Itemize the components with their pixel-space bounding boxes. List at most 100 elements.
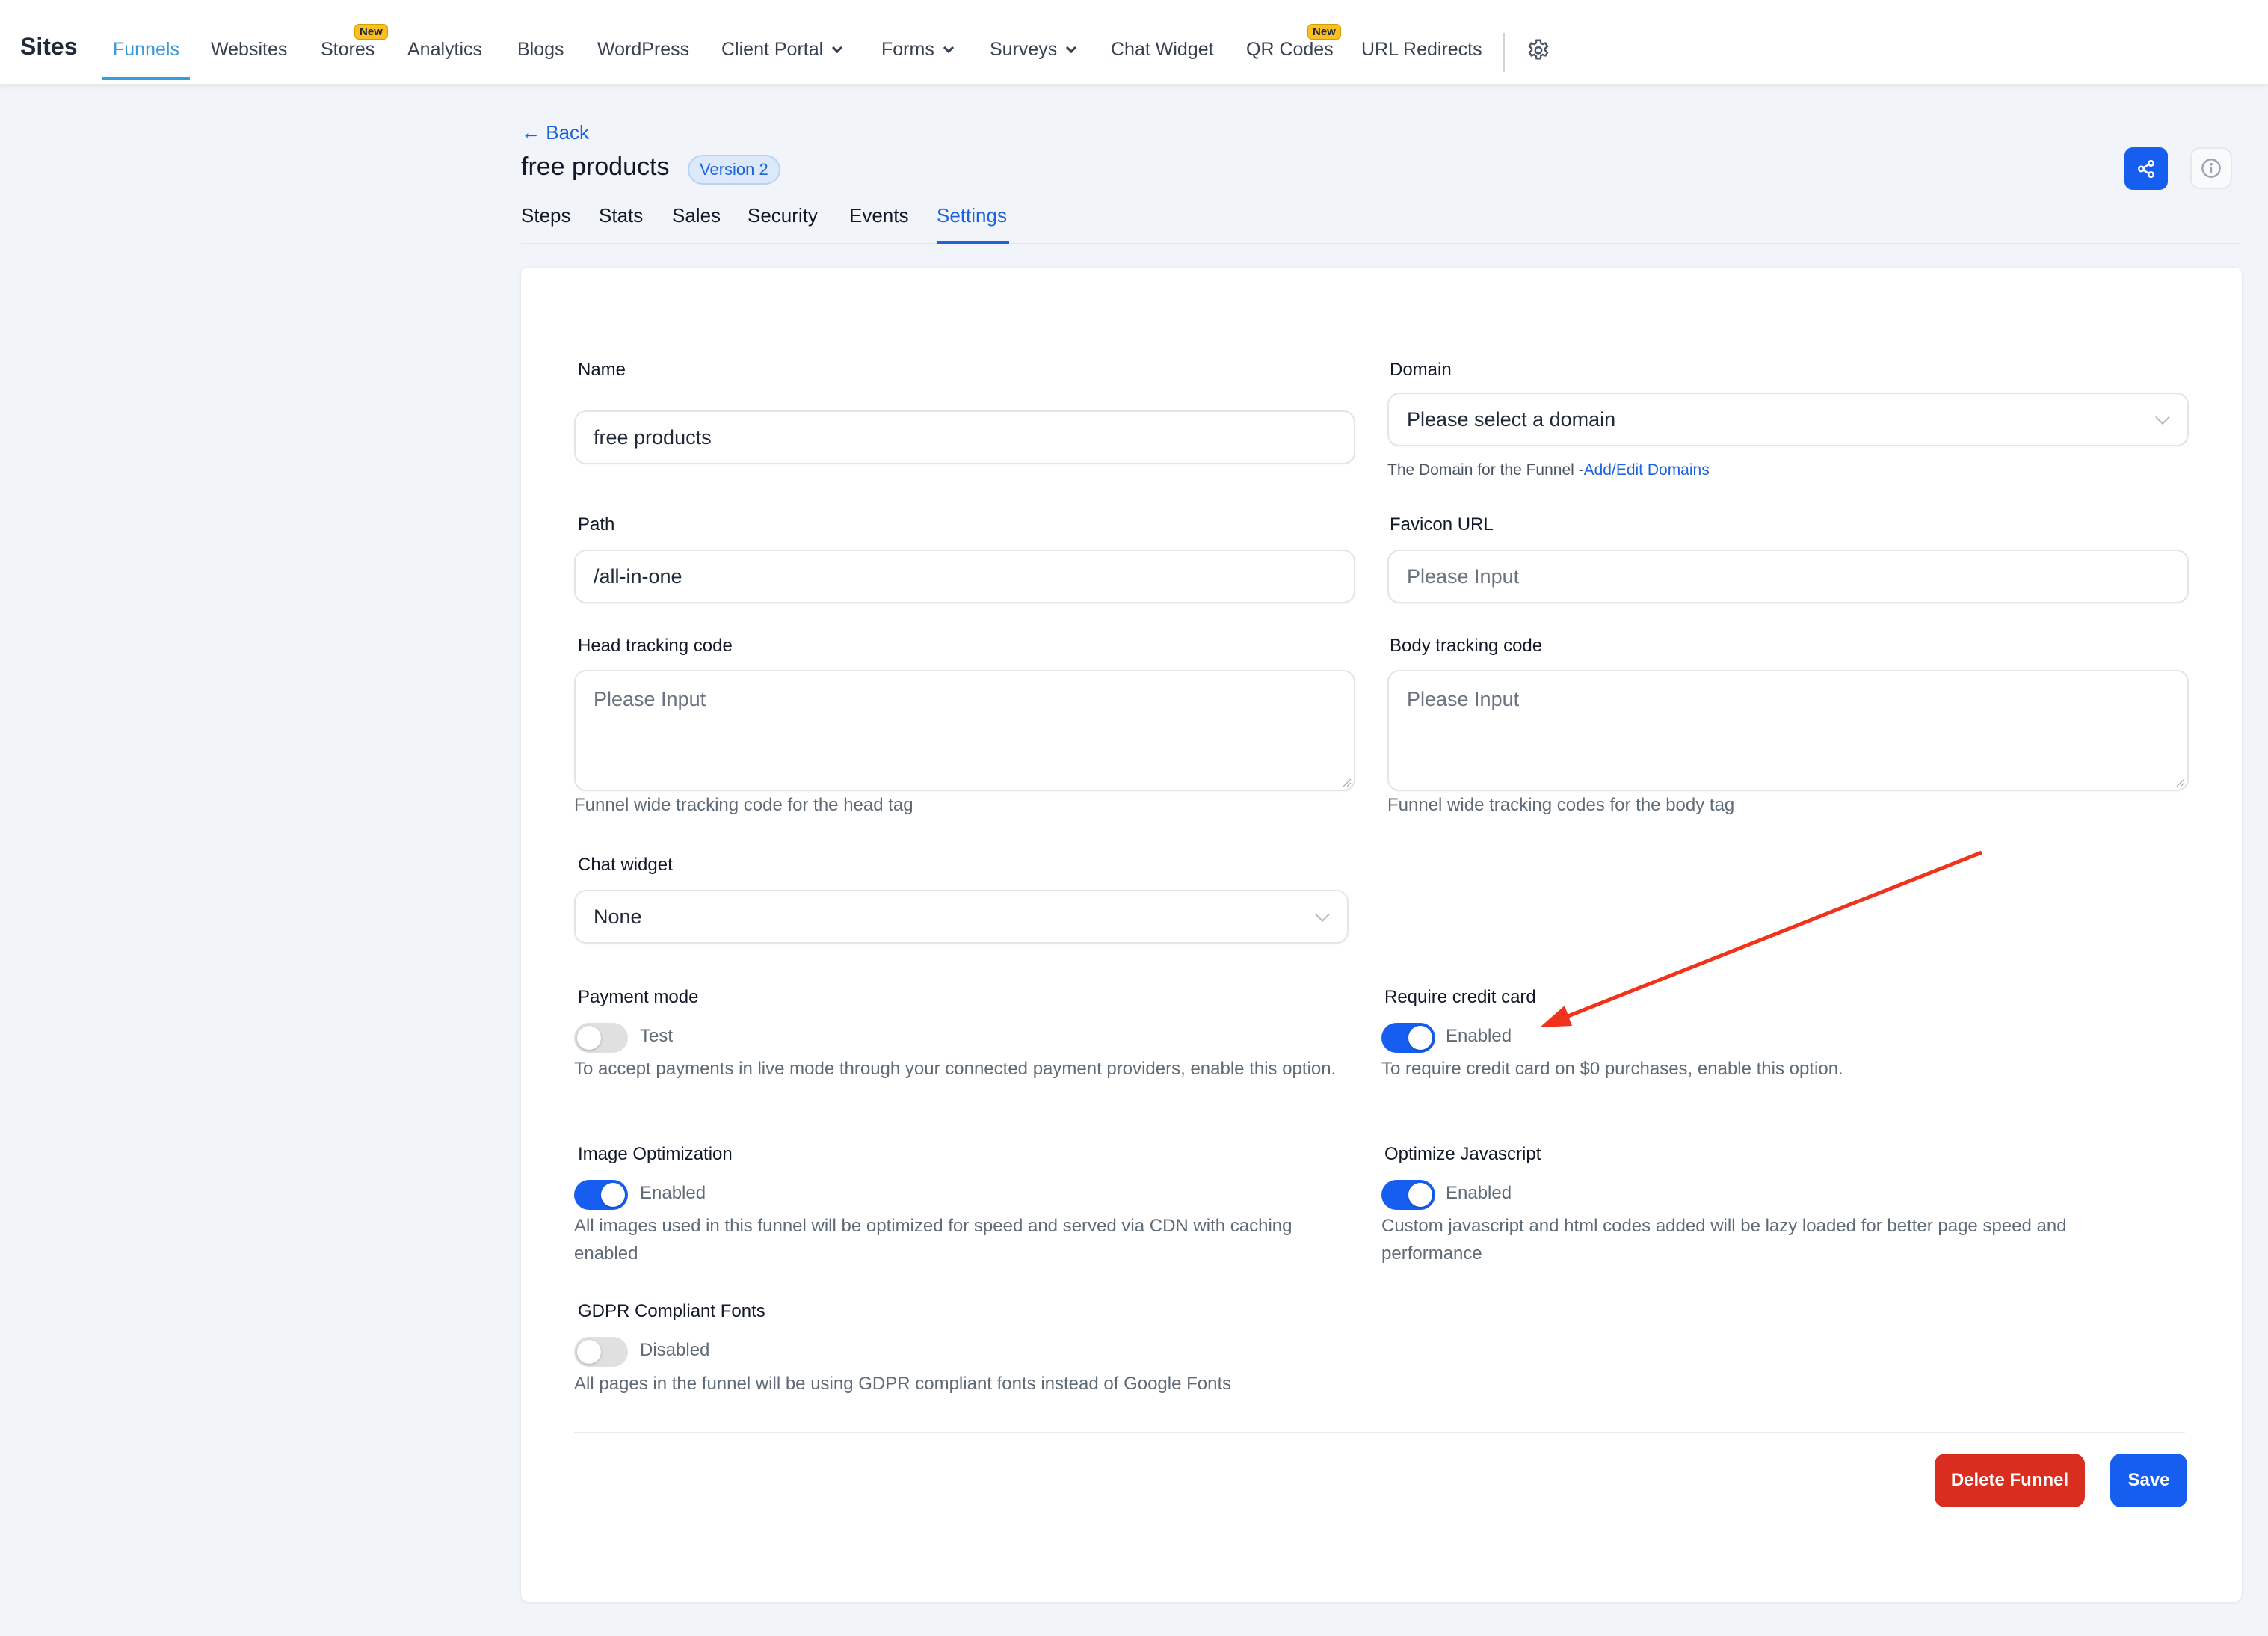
form-divider [574,1432,2185,1433]
domain-select[interactable]: Please select a domain [1387,393,2189,446]
image-optimization-toggle[interactable] [574,1180,628,1210]
resize-handle-icon[interactable] [1341,777,1352,787]
name-label: Name [578,360,626,380]
head-tracking-help: Funnel wide tracking code for the head t… [574,795,913,815]
tab-sales[interactable]: Sales [672,204,721,227]
nav-item-surveys[interactable]: Surveys [990,39,1077,61]
nav-label: WordPress [597,39,690,60]
body-tracking-placeholder: Please Input [1407,688,1520,710]
optimize-javascript-state: Enabled [1446,1183,1512,1203]
delete-funnel-button[interactable]: Delete Funnel [1935,1454,2085,1507]
name-value: free products [594,425,712,449]
toggle-knob [1408,1183,1432,1207]
nav-item-chat-widget[interactable]: Chat Widget [1111,39,1214,61]
back-link[interactable]: ← Back [521,121,589,144]
domain-help: The Domain for the Funnel -Add/Edit Doma… [1387,456,1710,484]
nav-label: Funnels [113,39,179,60]
tabs-divider [521,243,2240,244]
save-button[interactable]: Save [2110,1454,2187,1507]
payment-mode-state: Test [640,1026,674,1046]
chevron-down-icon [1315,907,1330,923]
nav-item-analytics[interactable]: Analytics [407,39,482,61]
nav-item-qr-codes[interactable]: QR Codes [1246,39,1334,61]
chevron-down-icon [1066,42,1077,54]
chat-widget-select[interactable]: None [574,890,1349,944]
image-optimization-help: All images used in this funnel will be o… [574,1216,1292,1264]
optimize-javascript-label: Optimize Javascript [1384,1144,1541,1164]
nav-label: Forms [881,39,934,60]
nav-label: Blogs [517,39,564,60]
payment-mode-label: Payment mode [578,987,699,1007]
favicon-placeholder: Please Input [1407,565,1520,588]
domain-placeholder: Please select a domain [1407,408,1616,431]
nav-item-forms[interactable]: Forms [881,39,954,61]
image-optimization-state: Enabled [640,1183,706,1203]
optimize-javascript-toggle[interactable] [1381,1180,1435,1210]
toggle-knob [577,1026,601,1050]
require-credit-card-help: To require credit card on $0 purchases, … [1381,1059,1843,1079]
gdpr-fonts-label: GDPR Compliant Fonts [578,1301,765,1321]
back-label: Back [546,121,590,144]
tab-events[interactable]: Events [849,204,909,227]
payment-mode-toggle[interactable] [574,1023,628,1053]
tab-active-indicator [937,241,1009,244]
version-badge: Version 2 [688,155,780,185]
nav-item-funnels[interactable]: Funnels [113,39,179,61]
image-optimization-label: Image Optimization [578,1144,733,1164]
gdpr-fonts-help: All pages in the funnel will be using GD… [574,1374,1232,1394]
nav-divider [1503,33,1505,72]
nav-label: Stores [321,39,375,60]
new-badge: New [354,24,388,40]
add-edit-domains-link[interactable]: Add/Edit Domains [1584,461,1710,479]
body-tracking-help: Funnel wide tracking codes for the body … [1387,795,1735,815]
nav-item-stores[interactable]: Stores [321,39,375,61]
gear-icon[interactable] [1525,37,1552,64]
chevron-down-icon [2155,410,2170,425]
chat-widget-label: Chat widget [578,855,673,875]
tab-stats[interactable]: Stats [599,204,643,227]
tab-security[interactable]: Security [748,204,818,227]
toggle-knob [1408,1026,1432,1050]
path-value: /all-in-one [594,565,682,588]
resize-handle-icon[interactable] [2175,777,2185,787]
head-tracking-label: Head tracking code [578,636,733,656]
optimize-javascript-help: Custom javascript and html codes added w… [1381,1216,2067,1264]
nav-item-websites[interactable]: Websites [211,39,287,61]
require-credit-card-label: Require credit card [1384,987,1536,1007]
head-tracking-textarea[interactable]: Please Input [574,670,1355,791]
nav-label: Chat Widget [1111,39,1214,60]
nav-label: QR Codes [1246,39,1334,60]
path-input[interactable]: /all-in-one [574,550,1355,603]
path-label: Path [578,514,615,535]
payment-mode-help: To accept payments in live mode through … [574,1059,1337,1079]
new-badge: New [1307,24,1341,40]
gdpr-fonts-state: Disabled [640,1340,710,1360]
info-button[interactable] [2190,147,2232,189]
gdpr-fonts-toggle[interactable] [574,1337,628,1367]
favicon-url-input[interactable]: Please Input [1387,550,2189,603]
page-title: free products [521,153,670,181]
body-tracking-textarea[interactable]: Please Input [1387,670,2189,791]
nav-label: Websites [211,39,288,60]
settings-card: Name free products Domain Please select … [521,268,2242,1602]
nav-item-blogs[interactable]: Blogs [517,39,564,61]
share-button[interactable] [2124,147,2168,190]
info-icon [2201,159,2221,178]
nav-item-client-portal[interactable]: Client Portal [721,39,843,61]
arrow-left-icon: ← [521,121,546,144]
top-navigation: Sites Funnels Websites Stores New Analyt… [0,0,2268,85]
nav-item-wordpress[interactable]: WordPress [597,39,689,61]
domain-label: Domain [1390,360,1452,380]
nav-label: URL Redirects [1361,39,1482,60]
nav-label: Surveys [990,39,1058,60]
tab-settings[interactable]: Settings [937,204,1007,227]
body-tracking-label: Body tracking code [1390,636,1543,656]
chevron-down-icon [832,42,843,54]
name-input[interactable]: free products [574,410,1355,464]
tab-steps[interactable]: Steps [521,204,571,227]
require-credit-card-toggle[interactable] [1381,1023,1435,1053]
nav-label: Client Portal [721,39,824,60]
nav-item-url-redirects[interactable]: URL Redirects [1361,39,1482,61]
favicon-label: Favicon URL [1390,514,1494,535]
domain-help-text: The Domain for the Funnel - [1387,461,1584,479]
